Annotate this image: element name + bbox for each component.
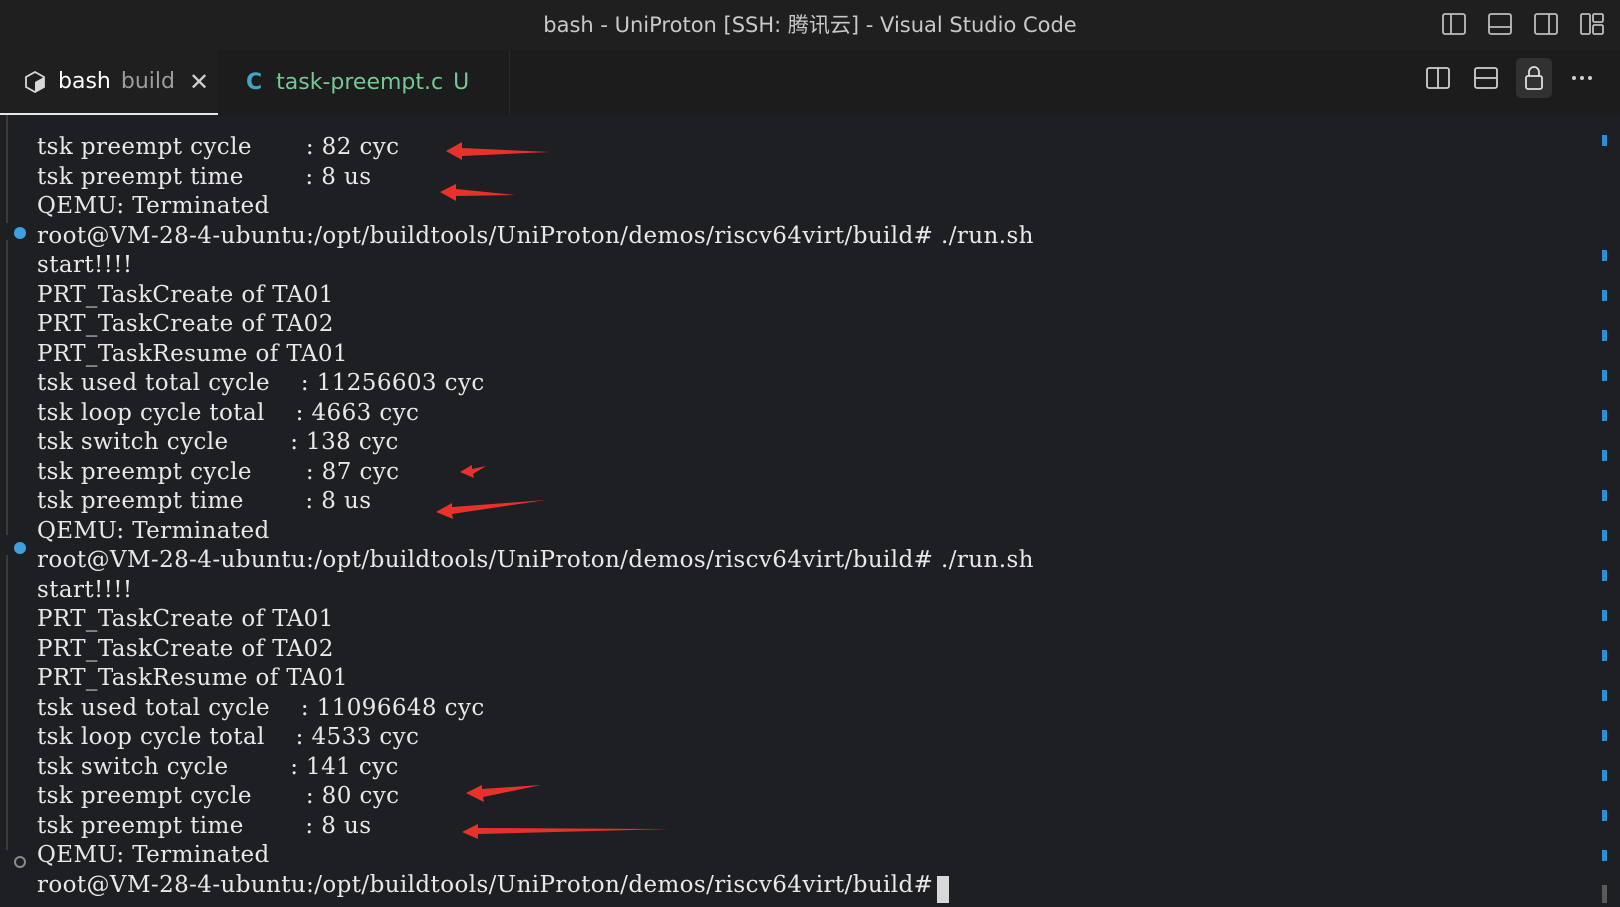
gutter-bar	[6, 115, 8, 223]
gutter-bar	[6, 555, 8, 850]
terminal-line: PRT_TaskCreate of TA01	[37, 281, 334, 308]
toggle-panel-icon[interactable]	[1484, 8, 1516, 40]
tab-task-preempt-c[interactable]: C task-preempt.c U	[220, 50, 510, 115]
untracked-badge: U	[453, 70, 470, 95]
editor-tab-bar: bash build ✕ C task-preempt.c U	[0, 50, 1620, 115]
terminal-line: tsk preempt time : 8 us	[37, 812, 372, 839]
toggle-primary-sidebar-icon[interactable]	[1438, 8, 1470, 40]
scrollbar-marker	[1602, 135, 1607, 146]
terminal-output[interactable]: tsk preempt cycle : 82 cyc tsk preempt t…	[37, 133, 1034, 900]
terminal-line: tsk preempt time : 8 us	[37, 488, 372, 514]
c-language-icon: C	[246, 70, 263, 95]
terminal-line: tsk preempt cycle : 80 cyc	[37, 783, 400, 809]
terminal-line: tsk preempt cycle : 87 cyc	[37, 458, 400, 485]
terminal-scrollbar[interactable]	[1596, 115, 1620, 907]
terminal-cursor	[937, 876, 949, 903]
scrollbar-marker	[1602, 810, 1607, 821]
scrollbar-marker	[1602, 250, 1607, 261]
terminal-prompt-line: root@VM-28-4-ubuntu:/opt/buildtools/UniP…	[37, 871, 942, 898]
terminal-line: PRT_TaskCreate of TA02	[37, 311, 334, 337]
scrollbar-marker	[1602, 290, 1607, 301]
scrollbar-marker	[1602, 690, 1607, 701]
scrollbar-marker	[1602, 530, 1607, 541]
scrollbar-marker	[1602, 570, 1607, 581]
split-editor-down-icon[interactable]	[1468, 58, 1504, 98]
command-pending-dot[interactable]	[14, 856, 26, 868]
terminal-line: tsk preempt time : 8 us	[37, 163, 372, 190]
title-bar: bash - UniProton [SSH: 腾讯云] - Visual Stu…	[0, 0, 1620, 50]
scrollbar-marker	[1602, 490, 1607, 501]
scrollbar-marker	[1602, 610, 1607, 621]
window-title: bash - UniProton [SSH: 腾讯云] - Visual Stu…	[543, 13, 1077, 37]
scrollbar-marker	[1602, 370, 1607, 381]
tab-sublabel: build	[120, 69, 175, 94]
terminal-line: tsk loop cycle total : 4663 cyc	[37, 399, 420, 426]
split-editor-right-icon[interactable]	[1420, 58, 1456, 98]
scrollbar-marker	[1602, 650, 1607, 661]
terminal-line: tsk used total cycle : 11096648 cyc	[37, 694, 485, 721]
terminal-line: PRT_TaskCreate of TA01	[37, 606, 334, 632]
scrollbar-marker	[1602, 450, 1607, 461]
terminal-line: QEMU: Terminated	[37, 193, 270, 219]
terminal-line: QEMU: Terminated	[37, 517, 270, 544]
tab-bash-terminal[interactable]: bash build ✕	[0, 50, 218, 115]
terminal-prompt-line: root@VM-28-4-ubuntu:/opt/buildtools/UniP…	[37, 547, 1034, 573]
scrollbar-marker	[1602, 410, 1607, 421]
close-icon[interactable]: ✕	[189, 68, 209, 96]
terminal-line: PRT_TaskResume of TA01	[37, 665, 348, 691]
terminal-panel[interactable]: tsk preempt cycle : 82 cyc tsk preempt t…	[0, 115, 1620, 907]
scrollbar-thumb[interactable]	[1602, 885, 1607, 903]
lock-icon[interactable]	[1516, 58, 1552, 98]
customize-layout-icon[interactable]	[1576, 8, 1608, 40]
scrollbar-marker	[1602, 730, 1607, 741]
terminal-prompt-line: root@VM-28-4-ubuntu:/opt/buildtools/UniP…	[37, 222, 1034, 249]
terminal-line: start!!!!	[37, 576, 133, 603]
terminal-line: PRT_TaskResume of TA01	[37, 340, 348, 367]
tab-label: bash	[58, 69, 111, 94]
terminal-line: tsk switch cycle : 138 cyc	[37, 429, 399, 455]
scrollbar-marker	[1602, 850, 1607, 861]
tab-label: task-preempt.c	[276, 70, 444, 95]
command-success-dot[interactable]	[14, 542, 26, 554]
terminal-line: tsk loop cycle total : 4533 cyc	[37, 724, 420, 750]
terminal-line: start!!!!	[37, 252, 133, 278]
terminal-line: QEMU: Terminated	[37, 842, 270, 868]
terminal-line: PRT_TaskCreate of TA02	[37, 635, 334, 662]
terminal-line: tsk preempt cycle : 82 cyc	[37, 134, 400, 160]
gutter-bar	[6, 240, 8, 535]
toggle-secondary-sidebar-icon[interactable]	[1530, 8, 1562, 40]
terminal-line: tsk used total cycle : 11256603 cyc	[37, 370, 485, 396]
terminal-bash-icon	[24, 70, 46, 93]
scrollbar-marker	[1602, 770, 1607, 781]
terminal-line: tsk switch cycle : 141 cyc	[37, 753, 399, 780]
scrollbar-marker	[1602, 330, 1607, 341]
more-actions-icon[interactable]	[1564, 58, 1600, 98]
command-success-dot[interactable]	[14, 227, 26, 239]
